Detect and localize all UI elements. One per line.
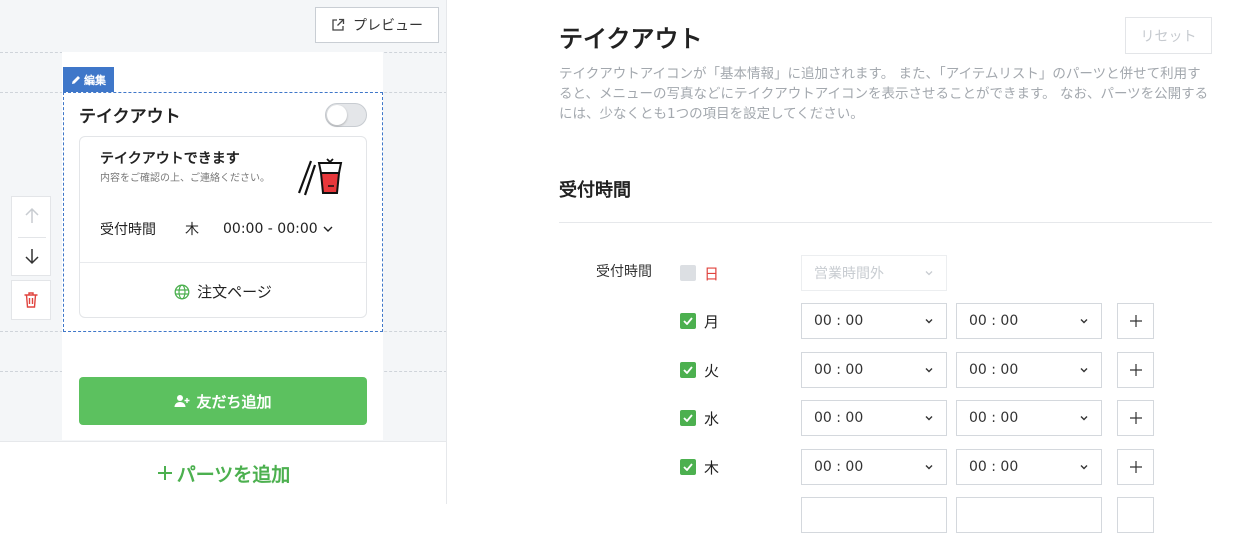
hours-field-label: 受付時間 (596, 264, 652, 280)
chevron-down-icon (925, 368, 933, 373)
check-icon (683, 414, 693, 422)
pencil-icon (72, 75, 80, 84)
card-hours-day: 木 (185, 222, 199, 238)
chevron-down-icon (925, 416, 933, 421)
end-time-select[interactable] (956, 497, 1102, 533)
chevron-down-icon (925, 465, 933, 470)
card-hours-label: 受付時間 (100, 222, 156, 238)
start-time-select[interactable] (801, 497, 947, 533)
hours-section-title: 受付時間 (559, 180, 631, 201)
settings-title: テイクアウト (559, 25, 703, 53)
takeout-cup-icon (297, 158, 343, 196)
start-time-select[interactable]: 00 : 00 (801, 352, 947, 388)
end-time-value: 00 : 00 (969, 313, 1019, 329)
add-parts-label: パーツを追加 (176, 463, 291, 486)
card-title: テイクアウトできます (100, 151, 240, 167)
check-icon (683, 366, 693, 374)
day-name: 日 (704, 265, 720, 283)
closed-select-value: 営業時間外 (814, 266, 884, 282)
preview-button[interactable]: プレビュー (315, 7, 439, 43)
reset-button[interactable]: リセット (1125, 17, 1212, 54)
add-time-button[interactable] (1117, 449, 1154, 485)
day-checkbox[interactable] (680, 459, 696, 475)
section-divider (559, 222, 1212, 223)
day-checkbox[interactable] (680, 313, 696, 329)
end-time-select[interactable]: 00 : 00 (956, 352, 1102, 388)
chevron-down-icon (1080, 416, 1088, 421)
takeout-card: テイクアウトできます 内容をご確認の上、ご連絡ください。 受付時間 木 00:0… (79, 136, 367, 318)
day-row-sunday: 日 営業時間外 (680, 255, 1160, 291)
day-checkbox[interactable] (680, 410, 696, 426)
end-time-value: 00 : 00 (969, 459, 1019, 475)
start-time-value: 00 : 00 (814, 459, 864, 475)
day-name: 水 (704, 410, 720, 428)
preview-label: プレビュー (353, 18, 423, 34)
plus-icon (1129, 315, 1142, 327)
edit-tag[interactable]: 編集 (63, 67, 114, 92)
move-tools (11, 196, 51, 276)
settings-description: テイクアウトアイコンが「基本情報」に追加されます。 また、「アイテムリスト」のパ… (559, 66, 1209, 122)
day-row-wednesday: 水 00 : 00 00 : 00 (680, 400, 1160, 436)
external-link-icon (332, 18, 345, 31)
day-name: 月 (704, 313, 720, 331)
end-time-value: 00 : 00 (969, 410, 1019, 426)
chevron-down-icon (1080, 465, 1088, 470)
add-friend-label: 友だち追加 (196, 392, 272, 411)
card-divider (80, 262, 366, 263)
closed-select[interactable]: 営業時間外 (801, 255, 947, 291)
check-icon (683, 463, 693, 471)
delete-part-button[interactable] (11, 280, 51, 320)
add-time-button[interactable] (1117, 352, 1154, 388)
start-time-value: 00 : 00 (814, 362, 864, 378)
check-icon (683, 317, 693, 325)
tool-separator (18, 237, 46, 238)
card-description: 内容をご確認の上、ご連絡ください。 (100, 173, 270, 184)
plus-icon (1129, 461, 1142, 473)
card-hours-row: 受付時間 木 00:00 - 00:00 (100, 219, 335, 239)
card-hours-time[interactable]: 00:00 - 00:00 (223, 221, 318, 237)
order-page-label: 注文ページ (197, 283, 272, 301)
editor-pane: プレビュー 編集 テイクアウト テイクアウトできます 内容をご確認の上、ご連絡く… (0, 0, 447, 504)
start-time-select[interactable]: 00 : 00 (801, 400, 947, 436)
globe-icon (174, 284, 190, 299)
end-time-select[interactable]: 00 : 00 (956, 449, 1102, 485)
end-time-value: 00 : 00 (969, 362, 1019, 378)
part-title: テイクアウト (79, 107, 181, 127)
plus-icon (157, 466, 172, 480)
start-time-value: 00 : 00 (814, 410, 864, 426)
day-name: 火 (704, 362, 720, 380)
start-time-value: 00 : 00 (814, 313, 864, 329)
start-time-select[interactable]: 00 : 00 (801, 303, 947, 339)
chevron-down-icon[interactable] (321, 222, 335, 236)
add-parts-button[interactable]: パーツを追加 (0, 441, 446, 504)
day-row-thursday: 木 00 : 00 00 : 00 (680, 449, 1160, 485)
order-page-link[interactable]: 注文ページ (80, 281, 366, 302)
plus-icon (1129, 364, 1142, 376)
publish-toggle[interactable] (325, 103, 367, 127)
day-name: 木 (704, 459, 720, 477)
arrow-down-icon[interactable] (24, 247, 40, 265)
arrow-up-icon[interactable] (24, 207, 40, 225)
start-time-select[interactable]: 00 : 00 (801, 449, 947, 485)
add-time-button[interactable] (1117, 497, 1154, 533)
chevron-down-icon (1080, 319, 1088, 324)
chevron-down-icon (925, 319, 933, 324)
chevron-down-icon (1080, 368, 1088, 373)
chevron-down-icon (925, 271, 933, 276)
add-friend-button[interactable]: 友だち追加 (79, 377, 367, 425)
edit-tag-label: 編集 (84, 73, 106, 87)
toggle-knob (327, 105, 347, 125)
day-row-tuesday: 火 00 : 00 00 : 00 (680, 352, 1160, 388)
add-time-button[interactable] (1117, 400, 1154, 436)
end-time-select[interactable]: 00 : 00 (956, 400, 1102, 436)
day-checkbox[interactable] (680, 362, 696, 378)
day-row-friday-partial (680, 497, 1160, 533)
end-time-select[interactable]: 00 : 00 (956, 303, 1102, 339)
day-row-monday: 月 00 : 00 00 : 00 (680, 303, 1160, 339)
add-time-button[interactable] (1117, 303, 1154, 339)
plus-icon (1129, 412, 1142, 424)
add-user-icon (174, 395, 190, 407)
trash-icon (24, 292, 38, 308)
day-checkbox[interactable] (680, 265, 696, 281)
